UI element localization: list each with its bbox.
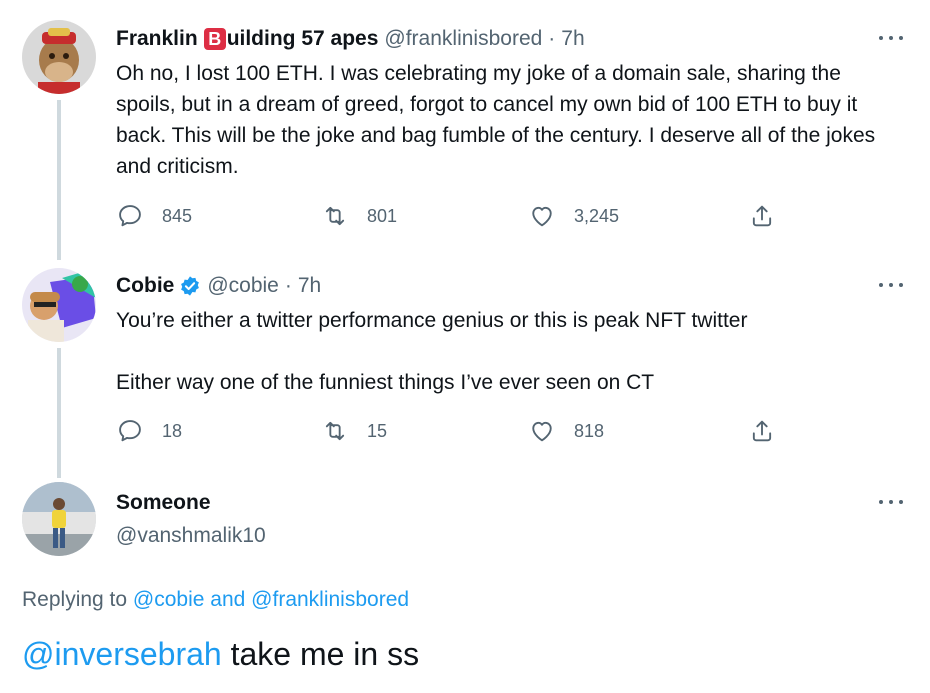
like-count: 818 xyxy=(574,420,605,441)
mention-link[interactable]: @inversebrah xyxy=(22,636,222,672)
tweet-handle-row: @vanshmalik10 xyxy=(116,524,266,548)
like-count: 3,245 xyxy=(574,205,620,226)
avatar[interactable] xyxy=(22,268,96,342)
share-icon xyxy=(752,205,772,227)
more-options-icon[interactable] xyxy=(876,492,906,512)
replying-prefix: Replying to xyxy=(22,588,128,611)
retweet-count: 15 xyxy=(367,420,388,441)
reply-icon xyxy=(119,420,141,442)
more-options-icon[interactable] xyxy=(876,275,906,295)
reply-count: 18 xyxy=(162,420,183,441)
heart-icon xyxy=(532,206,552,227)
retweet-icon xyxy=(325,206,345,226)
reply-body: take me in ss xyxy=(221,636,420,672)
tweet-header: Cobie @cobie · 7h xyxy=(116,274,321,298)
reply-mention-conj[interactable]: and xyxy=(210,588,245,611)
display-name-suffix[interactable]: uilding 57 apes xyxy=(227,27,379,51)
user-handle[interactable]: @cobie xyxy=(207,274,279,298)
reply-button[interactable]: 845 xyxy=(116,202,192,230)
retweet-icon xyxy=(325,421,345,441)
retweet-button[interactable]: 15 xyxy=(321,417,387,445)
reply-text: @inversebrah take me in ss xyxy=(22,636,419,673)
tweet-text-line-1: You’re either a twitter performance geni… xyxy=(116,309,748,332)
thread-line xyxy=(57,100,61,260)
share-button[interactable] xyxy=(748,417,794,445)
more-options-icon[interactable] xyxy=(876,28,906,48)
share-icon xyxy=(752,420,772,442)
verified-badge-icon xyxy=(181,276,200,296)
tweet-text-line-2: Either way one of the funniest things I’… xyxy=(116,371,655,394)
replying-to: Replying to @cobie and @franklinisbored xyxy=(22,588,409,612)
reply-button[interactable]: 18 xyxy=(116,417,182,445)
user-handle[interactable]: @franklinisbored xyxy=(384,27,542,51)
tweet-header: Franklin B uilding 57 apes @franklinisbo… xyxy=(116,27,585,51)
b-emoji-badge: B xyxy=(203,28,226,50)
like-button[interactable]: 818 xyxy=(528,417,604,445)
retweet-count: 801 xyxy=(367,205,398,226)
tweet-header: Someone xyxy=(116,491,211,515)
separator-dot: · xyxy=(548,27,556,50)
thread-line xyxy=(57,348,61,478)
reply-mention-franklin[interactable]: @franklinisbored xyxy=(251,588,409,611)
user-handle[interactable]: @vanshmalik10 xyxy=(116,524,266,548)
like-button[interactable]: 3,245 xyxy=(528,202,619,230)
tweet-actions: 845 801 3,245 xyxy=(116,202,796,232)
avatar[interactable] xyxy=(22,482,96,556)
timestamp[interactable]: 7h xyxy=(298,274,321,298)
display-name[interactable]: Someone xyxy=(116,491,211,515)
reply-mention-cobie[interactable]: @cobie xyxy=(133,588,205,611)
avatar[interactable] xyxy=(22,20,96,94)
reply-count: 845 xyxy=(162,205,193,226)
heart-icon xyxy=(532,421,552,442)
retweet-button[interactable]: 801 xyxy=(321,202,397,230)
share-button[interactable] xyxy=(748,202,794,230)
timestamp[interactable]: 7h xyxy=(561,27,584,51)
display-name[interactable]: Cobie xyxy=(116,274,174,298)
reply-icon xyxy=(119,205,141,227)
tweet-actions: 18 15 818 xyxy=(116,417,796,447)
display-name[interactable]: Franklin xyxy=(116,27,198,51)
separator-dot: · xyxy=(284,274,292,297)
tweet-text: Oh no, I lost 100 ETH. I was celebrating… xyxy=(116,62,876,178)
